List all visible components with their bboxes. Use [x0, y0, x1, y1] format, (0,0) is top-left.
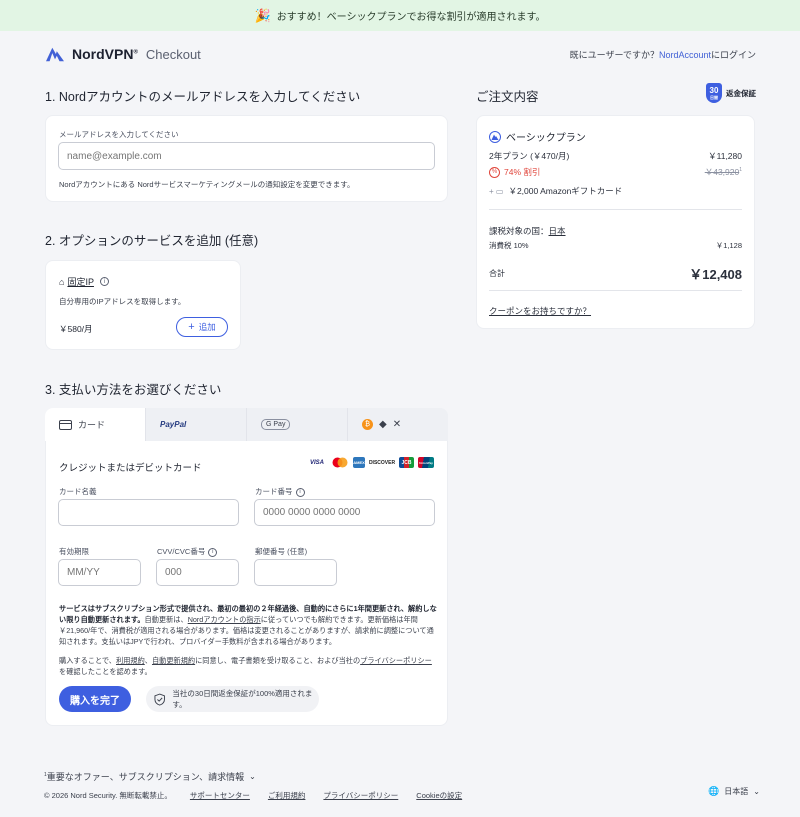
copyright: © 2026 Nord Security. 無断転載禁止。 [44, 791, 172, 800]
tab-gpay[interactable]: G Pay [247, 408, 348, 441]
card-number-input[interactable] [254, 499, 435, 526]
privacy-link[interactable]: プライバシーポリシー [323, 790, 398, 801]
cvv-input[interactable] [156, 559, 239, 586]
add-static-ip-button[interactable]: + 追加 [176, 317, 228, 337]
bitcoin-icon: ₿ [362, 419, 373, 430]
tab-card[interactable]: カード [45, 408, 146, 441]
tab-crypto[interactable]: ₿ ◆ ✕ [348, 408, 448, 441]
postal-input[interactable] [254, 559, 337, 586]
cookie-settings-link[interactable]: Cookieの設定 [416, 790, 462, 801]
total-row: 合計 ￥12,408 [489, 267, 742, 282]
gpay-logo: G Pay [261, 419, 291, 430]
static-ip-desc: 自分専用のIPアドレスを取得します。 [59, 297, 186, 306]
gift-card-icon: + ▭ [489, 186, 504, 196]
unionpay-logo: UnionPay [418, 457, 434, 468]
login-prompt: 既にユーザーですか？NordAccountにログイン [569, 49, 756, 60]
expiry-input[interactable] [58, 559, 141, 586]
money-back-guarantee-note: 当社の30日間返金保証が100%適用されます。 [146, 686, 319, 712]
plus-icon: + [188, 321, 195, 333]
discount-icon: % [489, 166, 500, 178]
email-note: Nordアカウントにある Nordサービスマーケティングメールの通知設定を変更で… [59, 180, 355, 189]
card-name-input[interactable] [58, 499, 239, 526]
important-offers-toggle[interactable]: 1重要なオファー、サブスクリプション、請求情報 ⌄ [44, 770, 256, 783]
globe-icon: 🌐 [708, 786, 720, 796]
terms-text: サービスはサブスクリプション形式で提供され、最初の最初の２年経過後、自動的にさら… [59, 604, 437, 676]
jcb-logo: JCB [399, 457, 414, 468]
options-section-title: 2. オプションのサービスを追加 (任意) [45, 234, 259, 248]
party-popper-icon: 🎉 [254, 7, 271, 23]
brand-sub: Checkout [145, 46, 201, 62]
ripple-icon: ✕ [392, 419, 402, 430]
mastercard-logo [331, 457, 349, 468]
privacy-policy-link[interactable]: プライバシーポリシー [360, 656, 432, 665]
discount-row: % 74% 割引 ￥43,9201 [489, 166, 742, 178]
badge-30-icon: 30 日間 [706, 83, 722, 103]
tab-paypal[interactable]: PayPal [146, 408, 247, 441]
summary-divider [489, 209, 742, 210]
complete-purchase-button[interactable]: 購入を完了 [59, 686, 131, 712]
card-brand-logos: VISA AMEX DISCOVER JCB UnionPay [307, 457, 434, 468]
amex-logo: AMEX [353, 457, 365, 468]
payment-tabs: カード PayPal G Pay ₿ ◆ ✕ [45, 408, 448, 441]
postal-label: 郵便番号 (任意) [255, 547, 308, 556]
guarantee-badge: 30 日間 返金保証 [706, 83, 756, 103]
brand-name: NordVPN® [72, 46, 138, 62]
discover-logo: DISCOVER [368, 459, 396, 466]
static-ip-title: ⌂ 固定IP i [59, 275, 109, 288]
payment-section-title: 3. 支払い方法をお選びください [45, 383, 222, 397]
summary-title: ご注文内容 [476, 90, 539, 104]
email-input[interactable] [58, 142, 435, 170]
nordaccount-instructions-link[interactable]: Nordアカウントの指示 [188, 615, 261, 624]
footer-links: © 2026 Nord Security. 無断転載禁止。 サポートセンター ご… [44, 790, 462, 801]
banner-text: おすすめ！ベーシックプランでお得な割引が適用されます。 [276, 12, 546, 23]
email-label: メールアドレスを入力してください [59, 130, 179, 139]
static-ip-price: ￥580/月 [59, 324, 93, 334]
chevron-down-icon: ⌄ [249, 772, 256, 781]
nordvpn-plan-icon [489, 130, 501, 143]
summary-divider [489, 290, 742, 291]
visa-logo: VISA [309, 459, 324, 466]
expiry-label: 有効期限 [59, 547, 89, 556]
shield-check-icon [154, 693, 165, 706]
ethereum-icon: ◆ [379, 419, 387, 430]
country-row: 課税対象の国： 日本 [489, 225, 566, 237]
terms-of-service-link[interactable]: 利用規約 [116, 656, 145, 665]
info-icon[interactable]: i [295, 487, 305, 497]
email-section-title: 1. Nordアカウントのメールアドレスを入力してください [45, 90, 361, 104]
support-link[interactable]: サポートセンター [190, 790, 250, 801]
card-number-label: カード番号 i [255, 486, 305, 497]
language-selector[interactable]: 🌐 日本語 ⌄ [708, 786, 760, 797]
cvv-label: CVV/CVC番号 i [157, 546, 218, 557]
country-selector[interactable]: 日本 [549, 225, 566, 237]
card-name-label: カード名義 [59, 487, 97, 496]
nordvpn-logo-icon [46, 47, 64, 62]
info-icon[interactable]: i [99, 277, 109, 286]
order-summary-card [476, 115, 755, 329]
gift-row: + ▭ ￥2,000 Amazonギフトカード [489, 186, 623, 196]
plan-header: ベーシックプラン [489, 129, 586, 144]
paypal-logo: PayPal [160, 420, 187, 429]
info-icon[interactable]: i [208, 547, 218, 557]
logo[interactable]: NordVPN® Checkout [44, 45, 201, 63]
home-icon: ⌂ [59, 276, 65, 287]
auto-renewal-terms-link[interactable]: 自動更新規約 [152, 656, 195, 665]
term-row: 2年プラン (￥470/月) ￥11,280 [489, 151, 742, 161]
coupon-link[interactable]: クーポンをお持ちですか？ [489, 305, 591, 317]
nordaccount-login-link[interactable]: NordAccount [659, 50, 711, 60]
credit-card-icon [59, 419, 72, 430]
tax-row: 消費税 10% ￥1,128 [489, 241, 742, 250]
promo-banner: 🎉 おすすめ！ベーシックプランでお得な割引が適用されます。 [0, 0, 800, 31]
terms-link[interactable]: ご利用規約 [268, 790, 306, 801]
chevron-down-icon: ⌄ [753, 787, 760, 796]
header: NordVPN® Checkout 既にユーザーですか？NordAccountに… [44, 44, 756, 64]
card-heading: クレジットまたはデビットカード [59, 463, 202, 474]
